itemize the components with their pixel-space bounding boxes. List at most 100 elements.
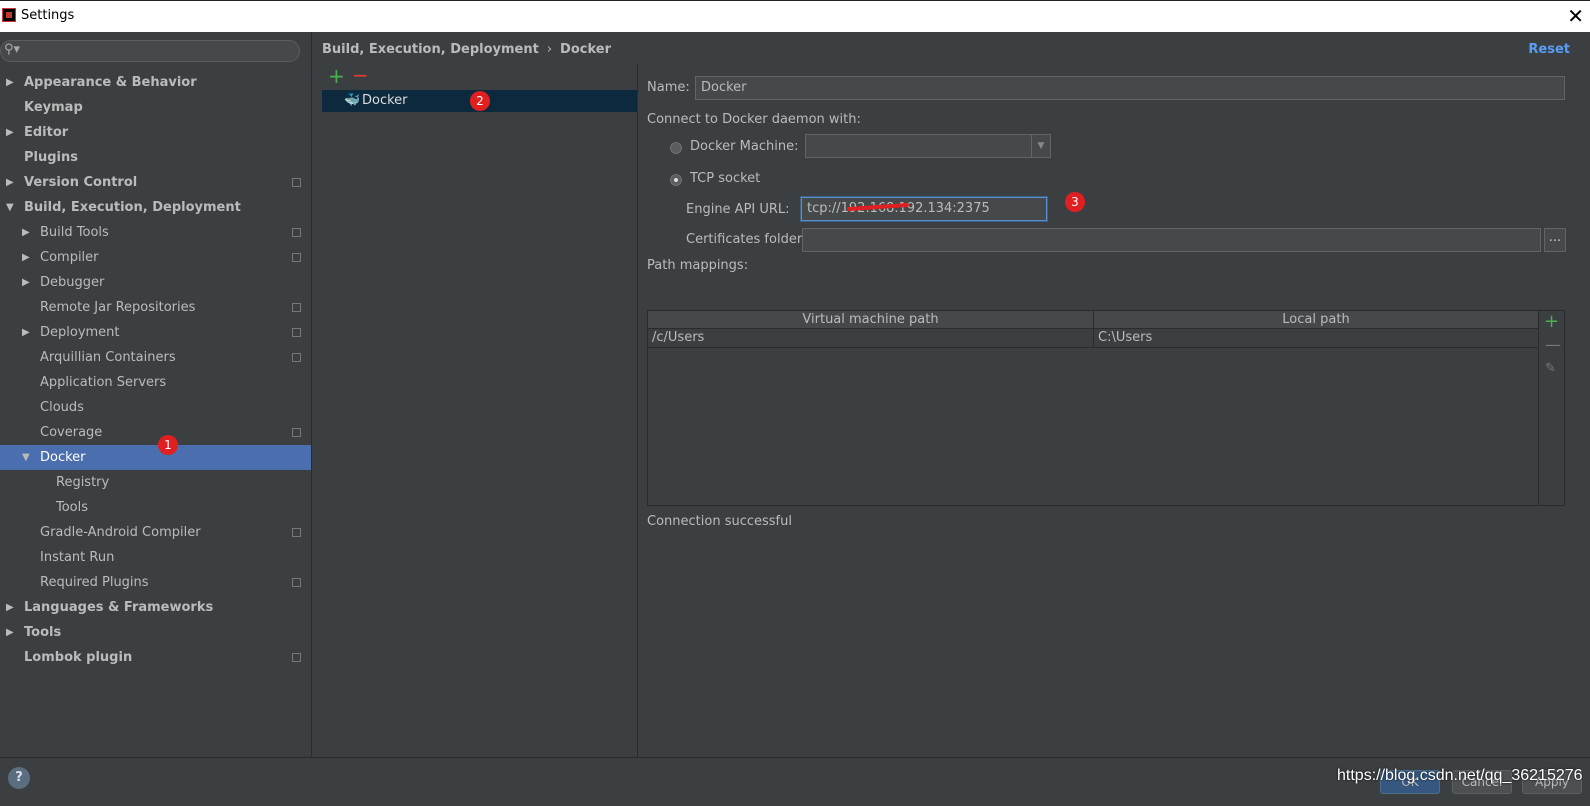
chevron-right-icon[interactable]: ▶	[22, 220, 30, 245]
sidebar-item-debugger[interactable]: ▶ Debugger	[0, 270, 311, 295]
sidebar-item-coverage[interactable]: Coverage	[0, 420, 311, 445]
sidebar-item-label: Gradle-Android Compiler	[40, 525, 201, 540]
column-header-local-path[interactable]: Local path	[1094, 311, 1538, 328]
title-bar: Settings ✕	[0, 0, 1590, 32]
chevron-right-icon[interactable]: ▶	[6, 595, 14, 620]
sidebar-item-lombok-plugin[interactable]: Lombok plugin	[0, 645, 311, 670]
chevron-right-icon[interactable]: ▶	[6, 70, 14, 95]
project-scope-icon	[292, 253, 301, 262]
sidebar-item-label: Lombok plugin	[24, 650, 133, 665]
sidebar-item-gradle-android-compiler[interactable]: Gradle-Android Compiler	[0, 520, 311, 545]
chevron-down-icon: ▼	[1031, 135, 1050, 157]
chevron-right-icon[interactable]: ▶	[6, 170, 14, 195]
docker-machine-select[interactable]: ▼	[805, 134, 1051, 158]
name-label: Name:	[647, 80, 690, 95]
sidebar-item-instant-run[interactable]: Instant Run	[0, 545, 311, 570]
tcp-socket-radio[interactable]	[670, 174, 682, 186]
sidebar-item-version-control[interactable]: ▶ Version Control	[0, 170, 311, 195]
sidebar-item-label: Debugger	[40, 275, 105, 290]
sidebar-item-registry[interactable]: Registry	[0, 470, 311, 495]
project-scope-icon	[292, 328, 301, 337]
sidebar-item-label: Deployment	[40, 325, 120, 340]
table-cell: C:\Users	[1098, 330, 1153, 345]
sidebar-item-label: Languages & Frameworks	[24, 600, 214, 615]
breadcrumb-parent[interactable]: Build, Execution, Deployment	[322, 42, 539, 57]
sidebar-item-application-servers[interactable]: Application Servers	[0, 370, 311, 395]
sidebar-item-build-execution-deployment[interactable]: ▼ Build, Execution, Deployment	[0, 195, 311, 220]
sidebar-item-label: Plugins	[24, 150, 78, 165]
sidebar-item-tools[interactable]: ▶ Tools	[0, 620, 311, 645]
column-header-vm-path[interactable]: Virtual machine path	[648, 311, 1094, 328]
reset-link[interactable]: Reset	[1528, 42, 1570, 57]
sidebar-item-label: Coverage	[40, 425, 103, 440]
project-scope-icon	[292, 428, 301, 437]
project-scope-icon	[292, 528, 301, 537]
breadcrumb-separator: ›	[546, 42, 553, 57]
sidebar-item-editor[interactable]: ▶ Editor	[0, 120, 311, 145]
chevron-right-icon[interactable]: ▶	[22, 245, 30, 270]
chevron-right-icon[interactable]: ▶	[22, 320, 30, 345]
main-panel: Build, Execution, Deployment › Docker Rese…	[312, 32, 1590, 757]
search-input[interactable]: ⚲▾	[0, 40, 300, 62]
chevron-right-icon[interactable]: ▶	[22, 270, 30, 295]
sidebar-item-label: Tools	[56, 500, 89, 515]
sidebar-item-label: Docker	[40, 450, 86, 465]
sidebar-item-compiler[interactable]: ▶ Compiler	[0, 245, 311, 270]
sidebar-item-docker[interactable]: ▼ Docker	[0, 445, 311, 470]
project-scope-icon	[292, 303, 301, 312]
table-cell: /c/Users	[648, 329, 1094, 347]
sidebar-item-plugins[interactable]: Plugins	[0, 145, 311, 170]
remove-icon[interactable]: −	[352, 63, 369, 87]
certificates-field[interactable]	[802, 228, 1541, 252]
sidebar-item-label: Clouds	[40, 400, 84, 415]
chevron-down-icon[interactable]: ▼	[6, 195, 14, 220]
sidebar-item-arquillian-containers[interactable]: Arquillian Containers	[0, 345, 311, 370]
sidebar-item-label: Version Control	[24, 175, 138, 190]
docker-config-list: + − 🐳 Docker 2	[322, 63, 638, 757]
docker-machine-label: Docker Machine:	[690, 139, 799, 154]
dialog-footer: ? OK Cancel Apply https://blog.csdn.net/…	[0, 757, 1590, 806]
table-row[interactable]: /c/Users C:\Users	[648, 329, 1538, 348]
sidebar-item-label: Compiler	[40, 250, 99, 265]
sidebar-item-keymap[interactable]: Keymap	[0, 95, 311, 120]
sidebar-item-deployment[interactable]: ▶ Deployment	[0, 320, 311, 345]
sidebar-item-label: Tools	[24, 625, 62, 640]
chevron-right-icon[interactable]: ▶	[6, 120, 14, 145]
sidebar-item-clouds[interactable]: Clouds	[0, 395, 311, 420]
chevron-down-icon[interactable]: ▼	[22, 445, 30, 470]
pencil-icon[interactable]: ✎	[1545, 361, 1556, 376]
sidebar-item-tools[interactable]: Tools	[0, 495, 311, 520]
sidebar-item-languages-frameworks[interactable]: ▶ Languages & Frameworks	[0, 595, 311, 620]
add-icon[interactable]: +	[1544, 311, 1559, 332]
intellij-app-icon	[2, 8, 16, 22]
sidebar-item-required-plugins[interactable]: Required Plugins	[0, 570, 311, 595]
annotation-badge: 2	[470, 91, 490, 111]
help-icon[interactable]: ?	[8, 767, 30, 789]
sidebar-item-build-tools[interactable]: ▶ Build Tools	[0, 220, 311, 245]
path-mappings-table: Virtual machine path Local path /c/Users…	[647, 310, 1539, 506]
settings-sidebar: ⚲▾ ▶ Appearance & Behavior Keymap ▶ Editor Pl…	[0, 32, 312, 757]
docker-machine-radio[interactable]	[670, 142, 682, 154]
sidebar-item-label: Build, Execution, Deployment	[24, 200, 241, 215]
sidebar-item-appearance-behavior[interactable]: ▶ Appearance & Behavior	[0, 70, 311, 95]
annotation-badge: 1	[158, 435, 178, 455]
sidebar-item-remote-jar-repositories[interactable]: Remote Jar Repositories	[0, 295, 311, 320]
window-title: Settings	[21, 8, 75, 23]
breadcrumb: Build, Execution, Deployment › Docker	[322, 42, 611, 57]
close-icon[interactable]: ✕	[1567, 4, 1584, 28]
browse-button[interactable]: ...	[1544, 228, 1566, 252]
engine-url-field[interactable]: tcp://192.168.192.134:2375	[801, 197, 1047, 221]
sidebar-item-label: Keymap	[24, 100, 83, 115]
add-icon[interactable]: +	[328, 64, 345, 88]
engine-url-label: Engine API URL:	[686, 202, 790, 217]
project-scope-icon	[292, 178, 301, 187]
project-scope-icon	[292, 353, 301, 362]
name-field[interactable]: Docker	[695, 76, 1565, 100]
docker-whale-icon: 🐳	[344, 93, 361, 108]
chevron-right-icon[interactable]: ▶	[6, 620, 14, 645]
sidebar-item-label: Instant Run	[40, 550, 115, 565]
remove-icon[interactable]: —	[1545, 335, 1561, 354]
path-mappings-label: Path mappings:	[647, 258, 749, 273]
sidebar-item-label: Appearance & Behavior	[24, 75, 197, 90]
sidebar-item-label: Registry	[56, 475, 110, 490]
